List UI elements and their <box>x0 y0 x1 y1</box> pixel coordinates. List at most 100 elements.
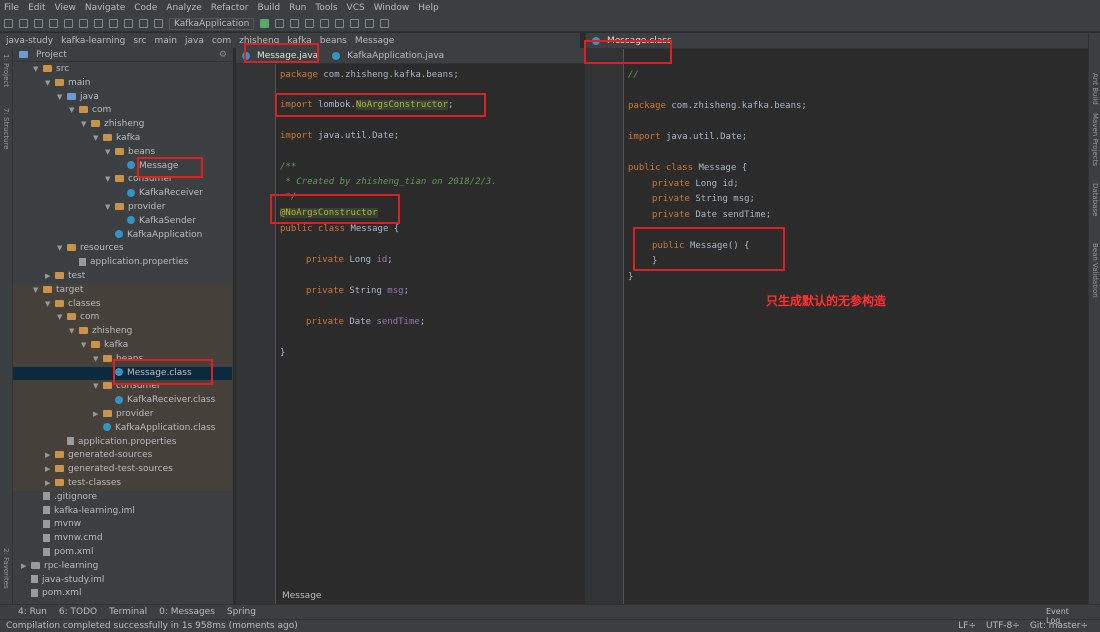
menu-help[interactable]: Help <box>418 3 439 13</box>
forward-icon[interactable] <box>64 19 73 28</box>
tree-node[interactable]: ▼ com <box>13 104 232 118</box>
expanded-arrow-icon[interactable]: ▼ <box>69 104 79 118</box>
menu-vcs[interactable]: VCS <box>347 3 365 13</box>
tree-node[interactable]: ▼ resources <box>13 242 232 256</box>
tree-node[interactable]: ▼ kafka <box>13 132 232 146</box>
tree-node[interactable]: java-study.iml <box>13 574 232 588</box>
expanded-arrow-icon[interactable]: ▼ <box>93 132 103 146</box>
menu-navigate[interactable]: Navigate <box>85 3 125 13</box>
collapsed-arrow-icon[interactable]: ▶ <box>45 463 55 477</box>
nav-crumb[interactable]: Message <box>355 36 394 46</box>
open-folder-icon[interactable] <box>4 19 13 28</box>
expanded-arrow-icon[interactable]: ▼ <box>33 284 43 298</box>
expanded-arrow-icon[interactable]: ▼ <box>105 146 115 160</box>
save-icon[interactable] <box>19 19 28 28</box>
tree-node[interactable]: ▶ test-classes <box>13 477 232 491</box>
tree-node[interactable]: mvnw <box>13 518 232 532</box>
tree-node[interactable]: ▼ classes <box>13 297 232 312</box>
replace-icon[interactable] <box>139 19 148 28</box>
menu-file[interactable]: File <box>4 3 19 13</box>
tree-node[interactable]: ▼ kafka <box>13 339 232 353</box>
tool-window-button[interactable]: Terminal <box>109 607 147 617</box>
collapsed-arrow-icon[interactable]: ▶ <box>45 477 55 491</box>
tree-node[interactable]: ▶ rpc-learning <box>13 560 232 574</box>
sync-icon[interactable] <box>34 19 43 28</box>
nav-crumb[interactable]: java <box>185 36 204 46</box>
tree-node[interactable]: application.properties <box>13 435 232 450</box>
menu-view[interactable]: View <box>55 3 76 13</box>
expanded-arrow-icon[interactable]: ▼ <box>81 339 91 353</box>
tool-window-button[interactable]: Spring <box>227 607 256 617</box>
menu-edit[interactable]: Edit <box>28 3 45 13</box>
tree-node[interactable]: .gitignore <box>13 491 232 505</box>
panel-gear-icon[interactable]: ⚙ <box>219 50 227 60</box>
tree-node[interactable]: KafkaApplication <box>13 229 232 243</box>
expanded-arrow-icon[interactable]: ▼ <box>93 380 103 394</box>
coverage-icon[interactable] <box>290 19 300 28</box>
editor-breadcrumb[interactable]: Message <box>282 591 321 601</box>
collapsed-arrow-icon[interactable]: ▶ <box>93 408 103 422</box>
tree-node[interactable]: ▼ zhisheng <box>13 118 232 132</box>
maven-tool-label[interactable]: Maven Projects <box>1091 113 1099 166</box>
vcs-icon[interactable] <box>350 19 360 28</box>
tool-window-button[interactable]: 0: Messages <box>159 607 215 617</box>
menu-tools[interactable]: Tools <box>315 3 337 13</box>
nav-crumb[interactable]: com <box>212 36 231 46</box>
tree-node[interactable]: ▼ target <box>13 283 232 298</box>
collapsed-arrow-icon[interactable]: ▶ <box>21 560 31 574</box>
favorites-tool-label[interactable]: 2: Favorites <box>2 548 10 589</box>
project-structure-icon[interactable] <box>320 19 330 28</box>
tasks-icon[interactable] <box>380 19 390 28</box>
nav-crumb[interactable]: beans <box>320 36 347 46</box>
tool-window-button[interactable]: 4: Run <box>18 607 47 617</box>
expanded-arrow-icon[interactable]: ▼ <box>93 353 103 367</box>
tree-node[interactable]: ▼ zhisheng <box>13 325 232 339</box>
tree-node[interactable]: pom.xml <box>13 587 232 601</box>
tree-node[interactable]: ▶ test <box>13 270 232 284</box>
tree-node[interactable]: KafkaReceiver.class <box>13 394 232 408</box>
project-tool-label[interactable]: 1: Project <box>2 54 10 87</box>
expanded-arrow-icon[interactable]: ▼ <box>105 201 115 215</box>
expanded-arrow-icon[interactable]: ▼ <box>57 242 67 256</box>
expanded-arrow-icon[interactable]: ▼ <box>57 91 67 105</box>
find-icon[interactable] <box>124 19 133 28</box>
line-separator[interactable]: LF÷ <box>958 621 976 631</box>
tab-kafka-application-java[interactable]: KafkaApplication.java <box>332 51 444 61</box>
tree-node[interactable]: KafkaApplication.class <box>13 421 232 436</box>
collapsed-arrow-icon[interactable]: ▶ <box>45 270 55 284</box>
menu-build[interactable]: Build <box>258 3 281 13</box>
back-icon[interactable] <box>49 19 58 28</box>
cut-icon[interactable] <box>79 19 88 28</box>
run-icon[interactable] <box>260 19 270 28</box>
project-panel-title[interactable]: Project <box>36 50 67 60</box>
event-log-button[interactable]: Event Log <box>1046 607 1082 625</box>
menu-analyze[interactable]: Analyze <box>166 3 201 13</box>
menu-code[interactable]: Code <box>134 3 157 13</box>
nav-crumb[interactable]: java-study <box>6 36 53 46</box>
ant-build-tool-label[interactable]: Ant Build <box>1091 73 1099 105</box>
tree-node[interactable]: pom.xml <box>13 546 232 560</box>
tree-node[interactable]: KafkaSender <box>13 215 232 229</box>
tree-node[interactable]: ▶ generated-sources <box>13 449 232 464</box>
expanded-arrow-icon[interactable]: ▼ <box>45 77 55 91</box>
expanded-arrow-icon[interactable]: ▼ <box>105 173 115 187</box>
collapsed-arrow-icon[interactable]: ▶ <box>45 449 55 463</box>
bean-validation-tool-label[interactable]: Bean Validation <box>1091 243 1099 298</box>
paste-icon[interactable] <box>109 19 118 28</box>
tree-node[interactable]: ▶ provider <box>13 408 232 422</box>
debug-icon[interactable] <box>275 19 285 28</box>
tree-node[interactable]: ▼ src <box>13 63 232 77</box>
nav-crumb[interactable]: src <box>133 36 146 46</box>
tool-window-button[interactable]: 6: TODO <box>59 607 97 617</box>
nav-crumb[interactable]: kafka-learning <box>61 36 125 46</box>
expanded-arrow-icon[interactable]: ▼ <box>81 118 91 132</box>
file-encoding[interactable]: UTF-8÷ <box>986 621 1020 631</box>
expanded-arrow-icon[interactable]: ▼ <box>57 311 67 325</box>
expanded-arrow-icon[interactable]: ▼ <box>69 325 79 339</box>
tree-node[interactable]: ▼ java <box>13 91 232 105</box>
tree-node[interactable]: ▼ provider <box>13 201 232 215</box>
help-icon[interactable] <box>365 19 375 28</box>
database-tool-label[interactable]: Database <box>1091 183 1099 216</box>
build-icon[interactable] <box>154 19 163 28</box>
expanded-arrow-icon[interactable]: ▼ <box>45 298 55 312</box>
